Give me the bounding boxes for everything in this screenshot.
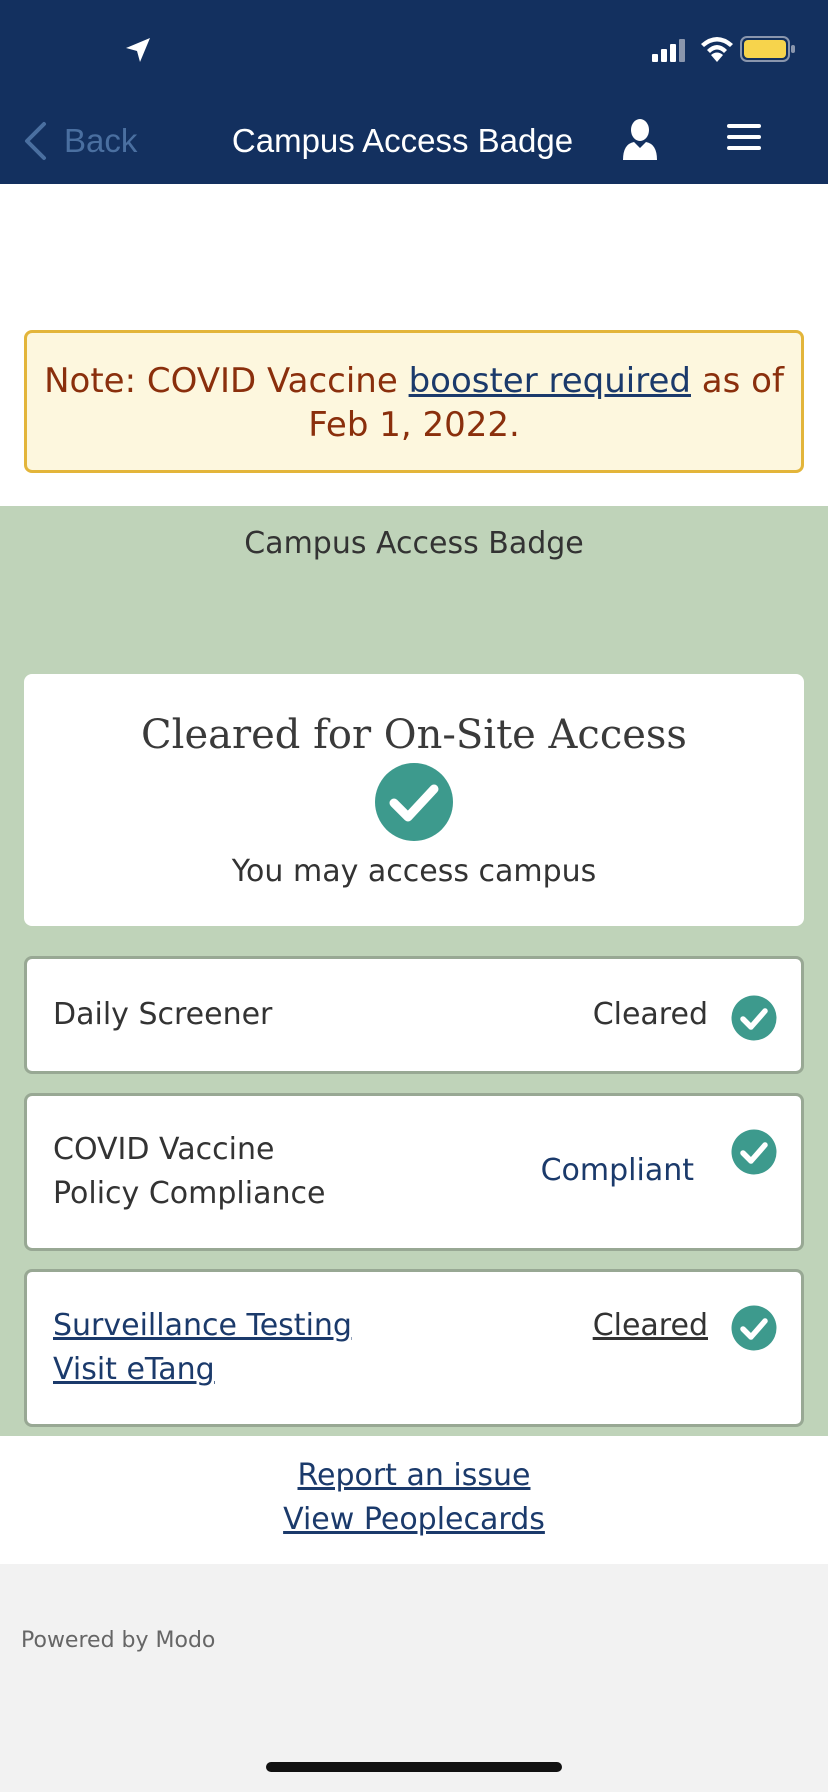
vaccine-compliance-card: COVID Vaccine Policy Compliance Complian… (24, 1093, 804, 1251)
daily-screener-card: Daily Screener Cleared (24, 956, 804, 1074)
badge-caption: Campus Access Badge (244, 526, 584, 561)
report-issue-link[interactable]: Report an issue (0, 1454, 828, 1498)
booster-notice: Note: COVID Vaccine booster required as … (24, 330, 804, 473)
vaccine-compliance-label: COVID Vaccine Policy Compliance (53, 1128, 325, 1216)
surveillance-testing-label: Surveillance Testing Visit eTang (53, 1304, 352, 1392)
visit-etang-link[interactable]: Visit eTang (53, 1352, 215, 1387)
app-header: Back Campus Access Badge (0, 0, 828, 184)
location-arrow-icon (126, 38, 150, 62)
daily-screener-label: Daily Screener (53, 997, 273, 1032)
page-title: Campus Access Badge (231, 122, 574, 159)
check-circle-icon (731, 1129, 777, 1175)
menu-icon[interactable] (727, 122, 761, 152)
check-circle-icon (375, 763, 453, 841)
vaccine-compliance-status: Compliant (540, 1153, 694, 1188)
chevron-left-icon (25, 122, 46, 160)
clearance-subtitle: You may access campus (231, 854, 597, 889)
clearance-title: Cleared for On-Site Access (141, 712, 687, 758)
view-peoplecards-link[interactable]: View Peoplecards (0, 1498, 828, 1542)
check-circle-icon (731, 995, 777, 1041)
person-icon[interactable] (620, 118, 660, 162)
powered-by: Powered by Modo (21, 1628, 216, 1653)
back-button[interactable]: Back (22, 118, 137, 164)
nav-bar: Back Campus Access Badge (0, 100, 828, 184)
daily-screener-status: Cleared (592, 997, 708, 1032)
check-circle-icon (731, 1305, 777, 1351)
home-indicator (266, 1762, 562, 1772)
footer-links: Report an issue View Peoplecards (0, 1436, 828, 1564)
badge-panel: Campus Access Badge Cleared for On-Site … (0, 506, 828, 1436)
surveillance-testing-status-link[interactable]: Cleared (593, 1304, 708, 1348)
status-bar (0, 0, 828, 100)
vaccine-label-line1: COVID Vaccine (53, 1132, 275, 1167)
signal-icon (652, 39, 685, 62)
surveillance-testing-card: Surveillance Testing Visit eTang Cleared (24, 1269, 804, 1427)
back-label: Back (64, 122, 138, 159)
booster-required-link[interactable]: booster required (409, 361, 691, 401)
vaccine-label-line2: Policy Compliance (53, 1176, 326, 1211)
battery-icon (740, 36, 795, 62)
notice-prefix: Note: COVID Vaccine (44, 361, 409, 401)
surveillance-testing-link[interactable]: Surveillance Testing (53, 1308, 352, 1343)
wifi-icon (701, 37, 733, 62)
clearance-card: Cleared for On-Site Access You may acces… (24, 674, 804, 926)
